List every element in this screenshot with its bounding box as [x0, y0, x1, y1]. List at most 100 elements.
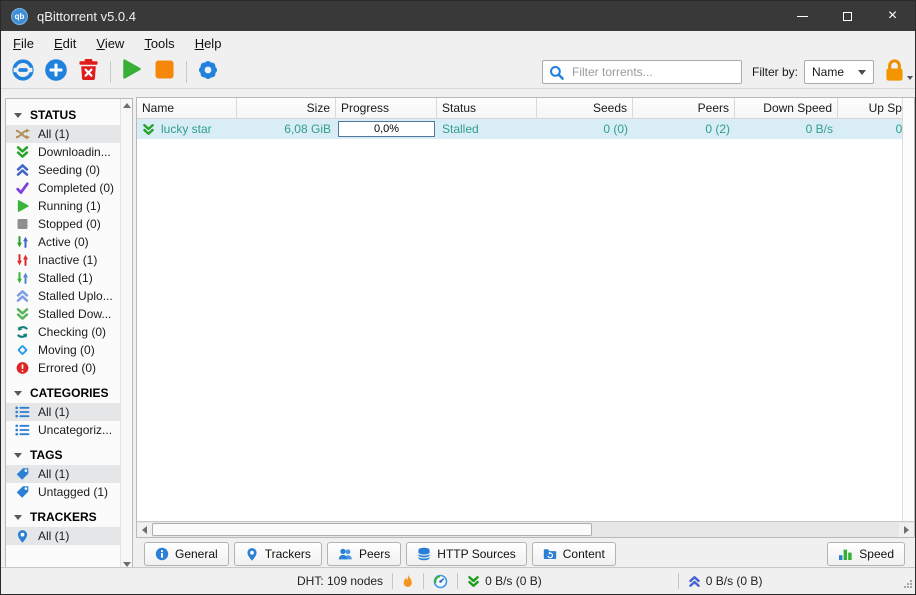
global-download-speed[interactable]: 0 B/s (0 B) — [467, 574, 542, 588]
cell-down-speed: 0 B/s — [735, 119, 838, 139]
filter-by-label: Filter by: — [752, 65, 798, 79]
titlebar: qb qBittorrent v5.0.4 × — [1, 1, 915, 31]
sidebar-item-label: All (1) — [38, 405, 69, 419]
sidebar-item-category-uncategorized[interactable]: Uncategoriz... — [6, 421, 120, 439]
tab-http-sources[interactable]: HTTP Sources — [406, 542, 526, 566]
tab-label: Speed — [859, 547, 894, 561]
speedometer-icon — [433, 574, 448, 589]
menu-file[interactable]: File — [3, 33, 44, 54]
sidebar-item-status-inactive[interactable]: Inactive (1) — [6, 251, 120, 269]
menu-tools[interactable]: Tools — [134, 33, 184, 54]
column-header-size[interactable]: Size — [237, 98, 336, 118]
column-header-name[interactable]: Name — [137, 98, 237, 118]
tags-section-label: TAGS — [30, 448, 62, 462]
sidebar-item-category-all[interactable]: All (1) — [6, 403, 120, 421]
folder-icon — [543, 547, 557, 561]
column-header-peers[interactable]: Peers — [633, 98, 735, 118]
add-torrent-file-button[interactable] — [42, 59, 69, 86]
menu-edit[interactable]: Edit — [44, 33, 86, 54]
tab-trackers[interactable]: Trackers — [234, 542, 322, 566]
stop-icon — [153, 58, 176, 86]
sidebar-item-label: Uncategoriz... — [38, 423, 112, 437]
minimize-button[interactable] — [780, 1, 825, 31]
square-icon — [15, 217, 30, 231]
flame-icon — [402, 574, 414, 589]
sidebar-item-status-stalled[interactable]: Stalled (1) — [6, 269, 120, 287]
collapse-triangle-icon — [14, 453, 22, 458]
close-button[interactable]: × — [870, 1, 915, 31]
column-header-status[interactable]: Status — [437, 98, 537, 118]
tags-section-header[interactable]: TAGS — [6, 445, 120, 465]
gear-icon — [196, 58, 220, 87]
refresh-icon — [15, 325, 30, 339]
list-icon — [15, 423, 30, 437]
resize-grip[interactable] — [903, 578, 913, 592]
sidebar-item-status-stopped[interactable]: Stopped (0) — [6, 215, 120, 233]
sidebar-item-status-stalled-downloading[interactable]: Stalled Dow... — [6, 305, 120, 323]
add-torrent-link-button[interactable] — [9, 59, 36, 86]
status-section-header[interactable]: STATUS — [6, 105, 120, 125]
sidebar-item-status-seeding[interactable]: Seeding (0) — [6, 161, 120, 179]
sidebar-scrollbar[interactable] — [120, 99, 132, 571]
lock-icon — [883, 57, 906, 87]
close-icon: × — [888, 8, 897, 24]
column-header-up-speed[interactable]: Up Speed — [838, 98, 902, 118]
sidebar-item-status-active[interactable]: Active (0) — [6, 233, 120, 251]
torrent-table: Name Size Progress Status Seeds Peers Do… — [136, 97, 915, 538]
lock-ui-button[interactable] — [883, 57, 906, 87]
menubar: File Edit View Tools Help — [1, 31, 915, 56]
resume-button[interactable] — [118, 59, 145, 86]
sidebar-item-label: Untagged (1) — [38, 485, 108, 499]
scroll-right-button[interactable] — [899, 523, 914, 537]
upload-speed-label: 0 B/s (0 B) — [706, 574, 763, 588]
sidebar-item-status-errored[interactable]: Errored (0) — [6, 359, 120, 377]
maximize-button[interactable] — [825, 1, 870, 31]
sidebar-item-status-all[interactable]: All (1) — [6, 125, 120, 143]
window-title: qBittorrent v5.0.4 — [37, 9, 136, 24]
speed-button[interactable]: Speed — [827, 542, 905, 566]
sidebar-item-status-stalled-uploading[interactable]: Stalled Uplo... — [6, 287, 120, 305]
delete-torrent-button[interactable] — [75, 59, 102, 86]
menu-help[interactable]: Help — [185, 33, 232, 54]
tab-peers[interactable]: Peers — [327, 542, 401, 566]
column-header-seeds[interactable]: Seeds — [537, 98, 633, 118]
toolbar-overflow-icon[interactable] — [907, 76, 913, 80]
scroll-left-button[interactable] — [137, 523, 152, 537]
stop-button[interactable] — [151, 59, 178, 86]
scrollbar-thumb[interactable] — [152, 523, 592, 536]
toolbar: Filter by: Name — [1, 56, 915, 89]
column-header-down-speed[interactable]: Down Speed — [735, 98, 838, 118]
sidebar-item-label: Running (1) — [38, 199, 101, 213]
alt-speed-limits-button[interactable] — [402, 574, 414, 589]
connection-status-button[interactable] — [433, 574, 448, 589]
table-horizontal-scrollbar[interactable] — [137, 521, 914, 537]
minimize-icon — [797, 16, 808, 17]
double-chevron-up-icon — [688, 575, 701, 588]
cell-name: lucky star — [137, 119, 237, 139]
filter-by-value: Name — [812, 65, 844, 79]
sidebar-item-tag-untagged[interactable]: Untagged (1) — [6, 483, 120, 501]
table-vertical-scrollbar[interactable] — [902, 98, 914, 521]
trackers-section-header[interactable]: TRACKERS — [6, 507, 120, 527]
options-button[interactable] — [194, 59, 221, 86]
menu-view[interactable]: View — [86, 33, 134, 54]
tab-general[interactable]: General — [144, 542, 229, 566]
sidebar-item-status-downloading[interactable]: Downloadin... — [6, 143, 120, 161]
sidebar-item-tag-all[interactable]: All (1) — [6, 465, 120, 483]
sidebar-item-status-checking[interactable]: Checking (0) — [6, 323, 120, 341]
torrent-row[interactable]: lucky star 6,08 GiB 0,0% Stalled 0 (0) 0… — [137, 119, 902, 139]
scroll-up-icon[interactable] — [123, 103, 131, 108]
sidebar-item-label: Moving (0) — [38, 343, 95, 357]
search-input[interactable] — [570, 64, 735, 80]
tab-content[interactable]: Content — [532, 542, 616, 566]
double-chevron-down-icon — [15, 145, 30, 159]
sidebar-item-status-running[interactable]: Running (1) — [6, 197, 120, 215]
sidebar-item-status-completed[interactable]: Completed (0) — [6, 179, 120, 197]
sidebar-item-label: Seeding (0) — [38, 163, 100, 177]
sidebar-item-tracker-all[interactable]: All (1) — [6, 527, 120, 545]
sidebar-item-status-moving[interactable]: Moving (0) — [6, 341, 120, 359]
filter-by-dropdown[interactable]: Name — [804, 60, 874, 84]
categories-section-header[interactable]: CATEGORIES — [6, 383, 120, 403]
global-upload-speed[interactable]: 0 B/s (0 B) — [688, 574, 763, 588]
column-header-progress[interactable]: Progress — [336, 98, 437, 118]
